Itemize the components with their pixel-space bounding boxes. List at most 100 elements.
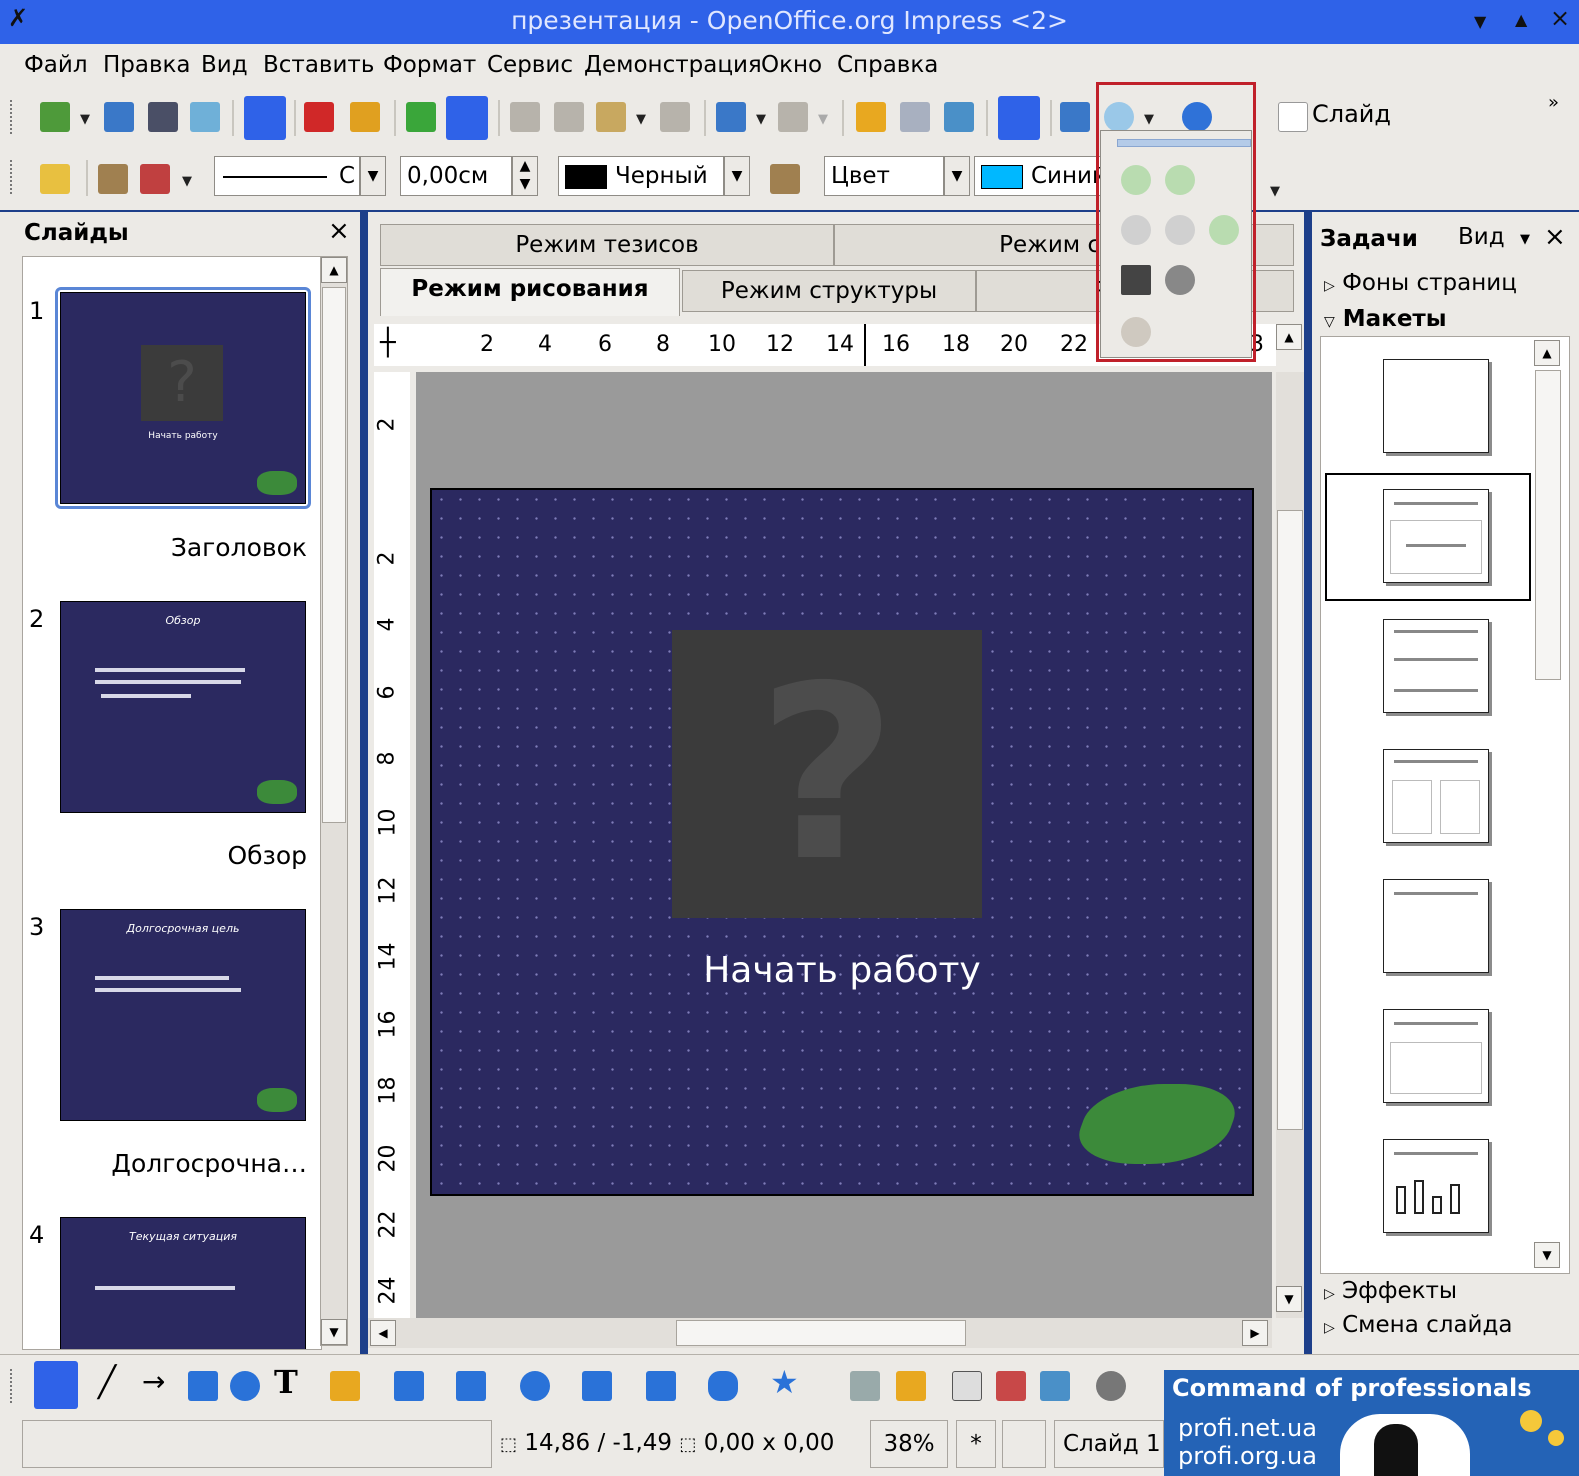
undo-icon[interactable]	[716, 102, 746, 132]
scroll-up-icon[interactable]: ▲	[1276, 324, 1302, 350]
line-tool-icon[interactable]: ╱	[98, 1365, 116, 1400]
spellcheck-icon[interactable]	[406, 102, 436, 132]
scroll-thumb[interactable]	[1535, 370, 1561, 680]
from-file-icon[interactable]	[996, 1371, 1026, 1401]
toolbar-grip[interactable]	[10, 160, 16, 194]
drawing-canvas[interactable]: ? Начать работу	[416, 372, 1272, 1318]
close-pane-icon[interactable]: ×	[1544, 222, 1566, 252]
rectangle-tool-icon[interactable]	[188, 1371, 218, 1401]
line-width-field[interactable]: 0,00см	[400, 156, 512, 196]
section-backgrounds[interactable]: ▷ Фоны страниц	[1324, 270, 1517, 296]
scroll-right-icon[interactable]: ▶	[1242, 1320, 1268, 1346]
edit-file-icon[interactable]	[244, 96, 286, 140]
line-color-field[interactable]: Черный	[558, 156, 724, 196]
selection-mode[interactable]	[1002, 1420, 1046, 1468]
new-slide-icon[interactable]	[1278, 102, 1308, 132]
close-icon[interactable]: ×	[1550, 4, 1570, 32]
menu-format[interactable]: Формат	[383, 52, 476, 78]
layout-title-chart[interactable]	[1383, 1139, 1489, 1233]
layout-centered-text[interactable]	[1383, 1009, 1489, 1103]
menu-slideshow[interactable]: Демонстрация	[584, 52, 762, 78]
close-pane-icon[interactable]: ×	[328, 216, 350, 246]
line-icon[interactable]	[98, 164, 128, 194]
stars-icon[interactable]: ★	[770, 1363, 799, 1401]
image-placeholder[interactable]: ?	[672, 630, 982, 918]
section-effects[interactable]: ▷ Эффекты	[1324, 1278, 1457, 1304]
layout-title-only[interactable]	[1383, 879, 1489, 973]
line-color-dropdown-icon[interactable]: ▼	[724, 156, 750, 196]
ellipse-tool-icon[interactable]	[230, 1371, 260, 1401]
area-icon[interactable]	[770, 164, 800, 194]
block-arrows-icon[interactable]	[582, 1371, 612, 1401]
callouts-icon[interactable]	[708, 1371, 738, 1401]
scroll-up-icon[interactable]: ▲	[1534, 340, 1560, 366]
tab-stop-icon[interactable]: ┼	[380, 328, 396, 358]
grid-icon[interactable]	[998, 96, 1040, 140]
area-style-dropdown-icon[interactable]: ▼	[944, 156, 970, 196]
points-icon[interactable]	[850, 1371, 880, 1401]
slide-thumbnail-3[interactable]: Долгосрочная цель	[60, 909, 306, 1121]
scroll-left-icon[interactable]: ◀	[370, 1320, 396, 1346]
new-document-icon[interactable]	[40, 102, 70, 132]
print-icon[interactable]	[350, 102, 380, 132]
basic-shapes-icon[interactable]	[456, 1371, 486, 1401]
layout-blank[interactable]	[1383, 359, 1489, 453]
flowchart-icon[interactable]	[646, 1371, 676, 1401]
menu-file[interactable]: Файл	[24, 52, 88, 78]
toolbar-grip[interactable]	[10, 1369, 16, 1403]
email-icon[interactable]	[190, 102, 220, 132]
section-transition[interactable]: ▷ Смена слайда	[1324, 1312, 1512, 1338]
minimize-icon[interactable]: ▼	[1474, 12, 1486, 31]
slide-sorter-list[interactable]: 1 ? Начать работу Заголовок 2 Обзор Обзо…	[22, 256, 322, 1350]
menu-tools[interactable]: Сервис	[487, 52, 573, 78]
menu-view[interactable]: Вид	[201, 52, 248, 78]
arrow-style-dropdown-icon[interactable]: ▼	[182, 174, 192, 189]
rotate-icon[interactable]	[1096, 1371, 1126, 1401]
editor-vscrollbar[interactable]: ▼	[1276, 372, 1304, 1318]
navigator-icon[interactable]	[944, 102, 974, 132]
paste-dropdown-icon[interactable]: ▼	[636, 112, 646, 127]
menu-window[interactable]: Окно	[761, 52, 822, 78]
tab-normal[interactable]: Режим рисования	[380, 268, 680, 316]
scroll-thumb[interactable]	[1277, 510, 1303, 1130]
scroll-thumb[interactable]	[322, 287, 346, 823]
vertical-ruler[interactable]: 2 2 4 6 8 10 12 14 16 18 20 22 24	[374, 372, 410, 1318]
export-pdf-icon[interactable]	[304, 102, 334, 132]
menu-help[interactable]: Справка	[837, 52, 938, 78]
slides-scrollbar[interactable]: ▲ ▼	[320, 256, 348, 1346]
copy-icon[interactable]	[554, 102, 584, 132]
save-icon[interactable]	[148, 102, 178, 132]
redo-icon[interactable]	[778, 102, 808, 132]
scroll-down-icon[interactable]: ▼	[1276, 1286, 1302, 1312]
fontwork-icon[interactable]	[952, 1371, 982, 1401]
styles-icon[interactable]	[40, 164, 70, 194]
scroll-up-icon[interactable]: ▲	[321, 257, 347, 283]
line-width-spinner[interactable]: ▲ ▼	[512, 156, 538, 196]
toolbar-overflow-icon[interactable]: »	[1548, 92, 1559, 113]
chevron-down-icon[interactable]: ▼	[1520, 232, 1530, 247]
paste-icon[interactable]	[596, 102, 626, 132]
undo-dropdown-icon[interactable]: ▼	[756, 112, 766, 127]
slide-thumbnail-1[interactable]: ? Начать работу	[60, 292, 306, 504]
menu-insert[interactable]: Вставить	[263, 52, 374, 78]
tasks-view-menu[interactable]: Вид	[1458, 224, 1505, 250]
open-icon[interactable]	[104, 102, 134, 132]
tab-outline[interactable]: Режим структуры	[682, 270, 976, 312]
menu-edit[interactable]: Правка	[103, 52, 191, 78]
autospellcheck-icon[interactable]	[446, 96, 488, 140]
toolbar-overflow-icon[interactable]: ▼	[1270, 184, 1280, 199]
line-style-dropdown-icon[interactable]: ▼	[360, 156, 386, 196]
scroll-down-icon[interactable]: ▼	[321, 1319, 347, 1345]
glue-points-icon[interactable]	[896, 1371, 926, 1401]
scroll-thumb[interactable]	[676, 1320, 966, 1346]
slide-label[interactable]: Слайд	[1312, 100, 1391, 128]
curve-tool-icon[interactable]	[330, 1371, 360, 1401]
maximize-icon[interactable]: ▲	[1515, 10, 1527, 29]
connector-tool-icon[interactable]	[394, 1371, 424, 1401]
table-icon[interactable]	[900, 102, 930, 132]
symbol-shapes-icon[interactable]	[520, 1371, 550, 1401]
slide-title-text[interactable]: Начать работу	[432, 950, 1252, 991]
toolbar-grip[interactable]	[10, 100, 16, 134]
layout-title-slide[interactable]	[1383, 489, 1489, 583]
arrow-line-tool-icon[interactable]: →	[142, 1365, 165, 1398]
